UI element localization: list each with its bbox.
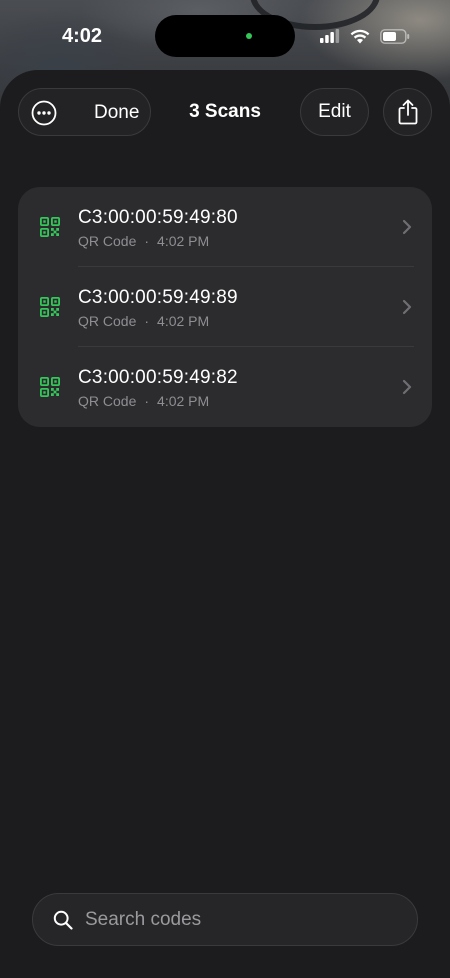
status-icons: [320, 28, 410, 44]
sheet-header: Done 3 Scans Edit: [0, 88, 450, 136]
scan-meta: QR Code · 4:02 PM: [78, 233, 209, 249]
scan-row[interactable]: C3:00:00:59:49:82 QR Code · 4:02 PM: [18, 347, 432, 427]
scan-type: QR Code: [78, 313, 137, 329]
qr-code-icon: [40, 217, 60, 237]
status-bar: 4:02: [0, 0, 450, 70]
scan-code-value: C3:00:00:59:49:82: [78, 367, 238, 388]
scans-sheet: Done 3 Scans Edit C3:00:00:59:49:80 QR C…: [0, 70, 450, 978]
scan-meta: QR Code · 4:02 PM: [78, 393, 209, 409]
chevron-right-icon: [402, 219, 412, 235]
share-icon: [398, 99, 417, 125]
camera-in-use-indicator: [246, 33, 252, 39]
dynamic-island: [155, 15, 295, 57]
scan-row[interactable]: C3:00:00:59:49:89 QR Code · 4:02 PM: [18, 267, 432, 347]
cellular-signal-icon: [320, 29, 340, 43]
scan-time: 4:02 PM: [157, 313, 210, 329]
qr-code-icon: [40, 297, 60, 317]
chevron-right-icon: [402, 379, 412, 395]
scan-time: 4:02 PM: [157, 393, 210, 409]
scan-meta: QR Code · 4:02 PM: [78, 313, 209, 329]
search-bar[interactable]: [32, 893, 418, 946]
chevron-right-icon: [402, 299, 412, 315]
search-input[interactable]: [85, 894, 405, 945]
qr-code-icon: [40, 377, 60, 397]
meta-separator: ·: [144, 233, 150, 249]
share-button[interactable]: [383, 88, 432, 136]
scan-type: QR Code: [78, 393, 137, 409]
scan-type: QR Code: [78, 233, 137, 249]
edit-button[interactable]: Edit: [300, 88, 369, 136]
wifi-icon: [350, 29, 370, 43]
scan-list: C3:00:00:59:49:80 QR Code · 4:02 PM C3:0…: [18, 187, 432, 427]
scan-row[interactable]: C3:00:00:59:49:80 QR Code · 4:02 PM: [18, 187, 432, 267]
search-icon: [53, 910, 73, 930]
meta-separator: ·: [144, 313, 150, 329]
scan-code-value: C3:00:00:59:49:89: [78, 287, 238, 308]
battery-icon: [380, 28, 410, 44]
meta-separator: ·: [144, 393, 150, 409]
status-time: 4:02: [62, 25, 103, 47]
scan-time: 4:02 PM: [157, 233, 210, 249]
scan-code-value: C3:00:00:59:49:80: [78, 207, 238, 228]
